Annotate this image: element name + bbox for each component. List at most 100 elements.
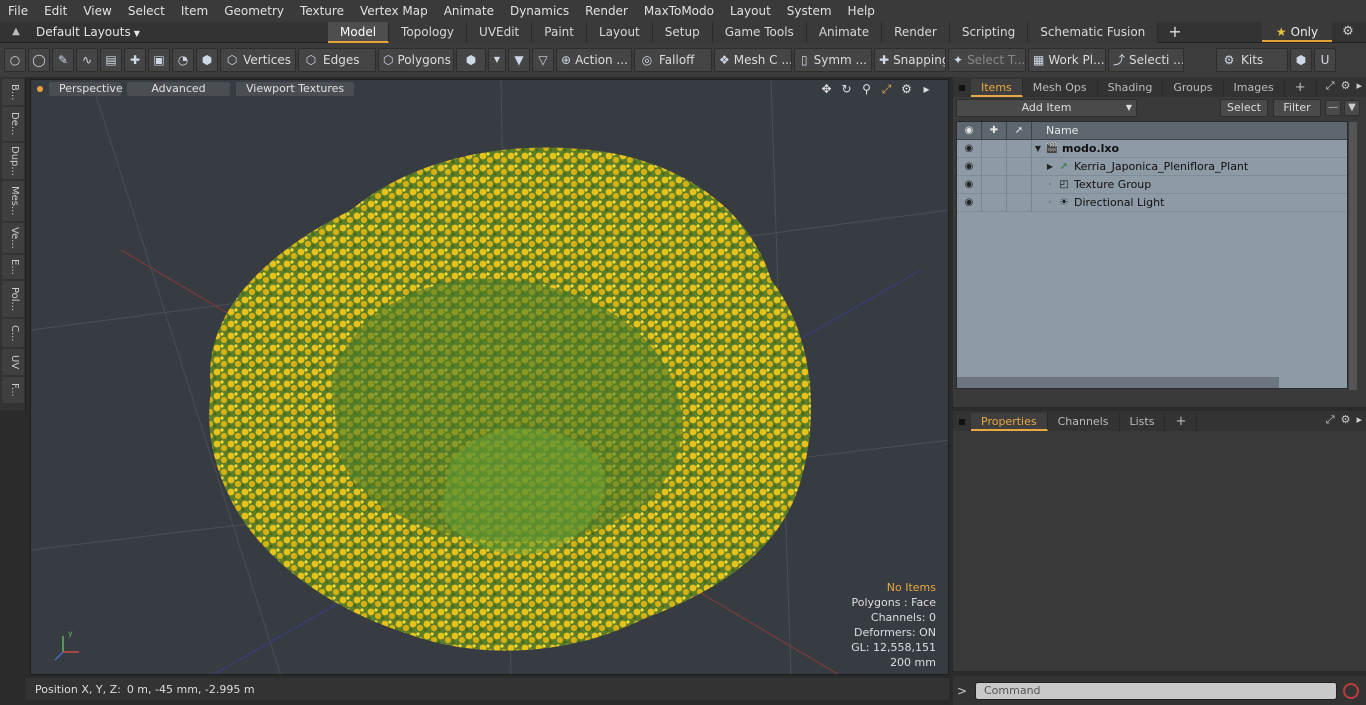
fit-view-icon[interactable]: ⤢ <box>879 82 894 97</box>
panel-arrow-icon[interactable]: ▸ <box>1356 413 1362 427</box>
advanced-button[interactable]: Advanced <box>127 82 230 96</box>
circle-select-button[interactable]: ○ <box>4 48 26 72</box>
panel-menu-icon[interactable] <box>959 419 965 425</box>
viewport-menu-dot-icon[interactable] <box>37 86 43 92</box>
menu-system[interactable]: System <box>779 0 840 22</box>
tab-uvedit[interactable]: UVEdit <box>467 21 533 43</box>
vertical-scrollbar[interactable] <box>1349 122 1357 390</box>
eye-icon[interactable]: ◉ <box>957 157 982 176</box>
tab-schematic-fusion[interactable]: Schematic Fusion <box>1028 21 1159 43</box>
vertices-button[interactable]: ⬡ Vertices <box>220 48 296 72</box>
element-button[interactable]: ▣ <box>148 48 170 72</box>
expand-triangle-icon[interactable]: ▶ <box>1044 162 1056 171</box>
tool-tab-basic[interactable]: B... <box>2 79 24 105</box>
tab-groups[interactable]: Groups <box>1163 79 1224 97</box>
move-view-icon[interactable]: ✥ <box>819 82 834 97</box>
unreal-button[interactable]: U <box>1314 48 1336 72</box>
tool-tab-curve[interactable]: C... <box>2 319 24 347</box>
add-tab-plus-icon[interactable]: + <box>1158 22 1191 43</box>
collapse-icon[interactable]: — <box>1325 100 1341 116</box>
lock-col-icon[interactable]: ✚ <box>982 121 1007 140</box>
funnel-icon[interactable]: ▼ <box>1344 100 1360 116</box>
default-layouts-dropdown[interactable]: Default Layouts ▼ <box>36 25 140 39</box>
symmetry-a-button[interactable]: ▼ <box>508 48 530 72</box>
work-plane-button[interactable]: ▦ Work Pl... <box>1028 48 1106 72</box>
tree-row[interactable]: ◉ · ◰ Texture Group <box>957 175 1347 194</box>
viewport-textures-button[interactable]: Viewport Textures <box>236 82 355 96</box>
menu-animate[interactable]: Animate <box>436 0 502 22</box>
menu-layout[interactable]: Layout <box>722 0 779 22</box>
tab-render[interactable]: Render <box>882 21 950 43</box>
tool-tab-duplicate[interactable]: Dup... <box>2 143 24 179</box>
menu-maxtomodo[interactable]: MaxToModo <box>636 0 722 22</box>
panel-arrow-icon[interactable]: ▸ <box>1356 79 1362 93</box>
tool-tab-deform[interactable]: De... <box>2 107 24 141</box>
globe-button[interactable]: ◯ <box>28 48 50 72</box>
tool-tab-mesh-edit[interactable]: Mes... <box>2 181 24 221</box>
menu-help[interactable]: Help <box>840 0 883 22</box>
expand-panel-icon[interactable]: ⤢ <box>1326 413 1335 427</box>
tool-tab-uv[interactable]: UV <box>2 349 24 375</box>
unity-button[interactable]: ⬢ <box>1290 48 1312 72</box>
menu-dynamics[interactable]: Dynamics <box>502 0 577 22</box>
tab-mesh-ops[interactable]: Mesh Ops <box>1023 79 1098 97</box>
viewport-settings-icon[interactable]: ⚙ <box>899 82 914 97</box>
tab-shading[interactable]: Shading <box>1098 79 1164 97</box>
menu-item[interactable]: Item <box>173 0 216 22</box>
tree-row[interactable]: ◉ ▼ 🎬 modo.lxo <box>957 139 1347 158</box>
menu-geometry[interactable]: Geometry <box>216 0 292 22</box>
select-button[interactable]: Select <box>1220 99 1268 117</box>
tool-tab-polygon[interactable]: Pol... <box>2 281 24 317</box>
add-item-button[interactable]: Add Item ▼ <box>956 99 1137 117</box>
edges-button[interactable]: ⬡ Edges <box>298 48 376 72</box>
menu-file[interactable]: File <box>0 0 36 22</box>
symmetry-b-button[interactable]: ▽ <box>532 48 554 72</box>
rotate-view-icon[interactable]: ↻ <box>839 82 854 97</box>
tab-paint[interactable]: Paint <box>532 21 587 43</box>
tree-row[interactable]: ◉ · ☀ Directional Light <box>957 193 1347 212</box>
3d-viewport[interactable]: y Perspective Advanced Viewport Textures… <box>30 79 949 675</box>
mode-dropdown[interactable]: ▼ <box>488 48 506 72</box>
panel-gear-icon[interactable]: ⚙ <box>1341 79 1351 93</box>
eye-icon[interactable]: ◉ <box>957 175 982 194</box>
horizontal-scrollbar[interactable] <box>957 377 1279 388</box>
command-input[interactable]: Command <box>975 681 1337 700</box>
panel-gear-icon[interactable]: ⚙ <box>1341 413 1351 427</box>
visibility-col-eye-icon[interactable]: ◉ <box>957 121 982 140</box>
menu-edit[interactable]: Edit <box>36 0 75 22</box>
snapping-button[interactable]: ✚ Snapping <box>874 48 946 72</box>
tree-row[interactable]: ◉ ▶ ➚ Kerria_Japonica_Pleniflora_Plant <box>957 157 1347 176</box>
menu-select[interactable]: Select <box>120 0 173 22</box>
tab-lists[interactable]: Lists <box>1120 413 1166 431</box>
add-panel-tab-plus-icon[interactable]: + <box>1285 79 1317 97</box>
material-mode-button[interactable]: ⬢ <box>456 48 486 72</box>
align-button[interactable]: ▤ <box>100 48 122 72</box>
name-column-header[interactable]: Name <box>1032 122 1078 140</box>
item-mode-button[interactable]: ⬢ <box>196 48 218 72</box>
brush-button[interactable]: ∿ <box>76 48 98 72</box>
filter-button[interactable]: Filter <box>1273 99 1321 117</box>
menu-render[interactable]: Render <box>577 0 636 22</box>
only-toggle[interactable]: ★ Only <box>1262 22 1332 42</box>
symmetry-button[interactable]: ▯ Symm ... <box>794 48 872 72</box>
mesh-constraint-button[interactable]: ❖ Mesh C ... <box>714 48 792 72</box>
tool-tab-vertex[interactable]: Ve... <box>2 223 24 253</box>
tab-topology[interactable]: Topology <box>389 21 468 43</box>
tab-animate[interactable]: Animate <box>806 21 883 43</box>
record-macro-icon[interactable] <box>1343 682 1359 699</box>
perspective-button[interactable]: Perspective <box>49 82 123 96</box>
expand-triangle-icon[interactable]: ▼ <box>1032 144 1044 153</box>
viewport-expand-icon[interactable]: ▸ <box>919 82 934 97</box>
sphere-button[interactable]: ◔ <box>172 48 194 72</box>
selection-sets-button[interactable]: ⤴ Selecti ... <box>1108 48 1184 72</box>
add-panel-tab-plus-icon[interactable]: + <box>1165 413 1198 431</box>
tab-scripting[interactable]: Scripting <box>949 21 1029 43</box>
tab-channels[interactable]: Channels <box>1048 413 1120 431</box>
tool-tab-fusion[interactable]: F... <box>2 377 24 403</box>
action-center-button[interactable]: ⊕ Action ... <box>556 48 632 72</box>
tab-model[interactable]: Model <box>328 21 390 43</box>
menu-vertex-map[interactable]: Vertex Map <box>352 0 436 22</box>
menu-texture[interactable]: Texture <box>292 0 352 22</box>
tab-images[interactable]: Images <box>1224 79 1285 97</box>
tab-game-tools[interactable]: Game Tools <box>712 21 807 43</box>
